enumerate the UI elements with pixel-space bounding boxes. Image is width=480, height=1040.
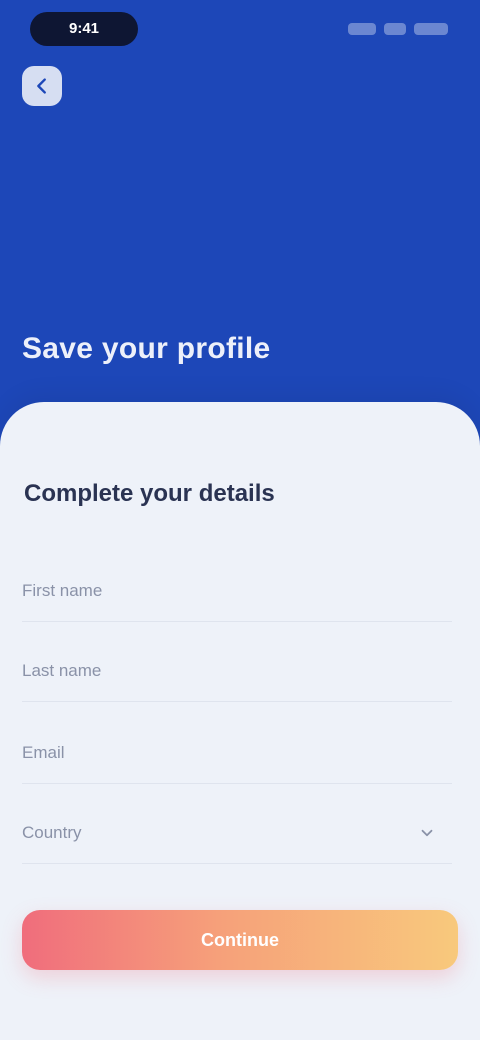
signal-icon [348, 23, 376, 35]
back-button[interactable] [22, 66, 62, 106]
status-bar: 9:41 [0, 0, 480, 60]
first-name-field-row [22, 560, 452, 622]
profile-screen: 9:41 Save your profile Complete your det… [0, 0, 480, 1040]
country-select[interactable]: Country [22, 802, 452, 864]
last-name-field-row [22, 640, 452, 702]
form-sheet: Complete your details Country Continue [0, 402, 480, 1040]
email-input[interactable] [22, 722, 452, 783]
chevron-down-icon [421, 829, 433, 837]
first-name-input[interactable] [22, 560, 452, 621]
status-time: 9:41 [30, 12, 138, 46]
wifi-icon [384, 23, 406, 35]
country-select-value: Country [22, 822, 82, 842]
form-title: Complete your details [24, 480, 275, 507]
arrow-left-icon [37, 78, 46, 94]
battery-icon [414, 23, 448, 35]
email-field-row [22, 722, 452, 784]
continue-button[interactable]: Continue [22, 910, 458, 970]
page-title: Save your profile [22, 332, 271, 365]
status-icons [348, 18, 448, 40]
last-name-input[interactable] [22, 640, 452, 701]
